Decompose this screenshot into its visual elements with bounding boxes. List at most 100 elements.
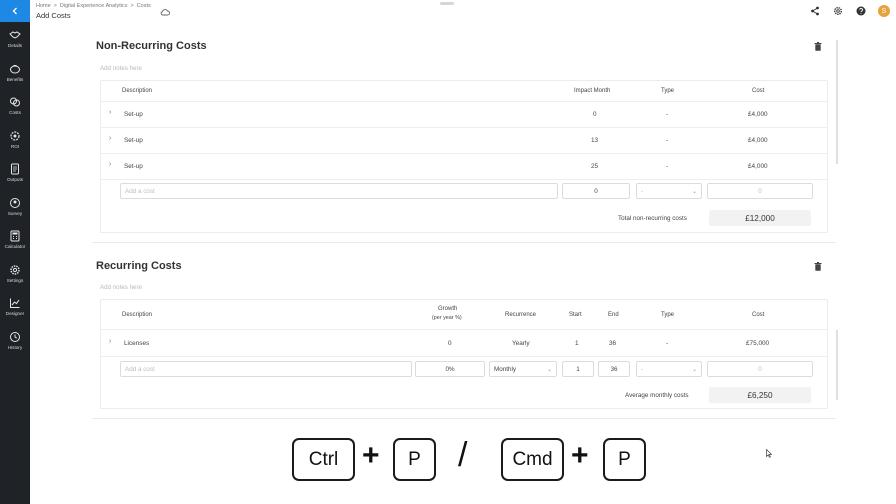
total-value: £6,250: [709, 387, 811, 403]
cost-description: Set-up: [124, 137, 143, 144]
notes-input[interactable]: Add notes here: [100, 284, 142, 291]
share-button[interactable]: [809, 5, 821, 17]
document-icon: [11, 163, 19, 175]
divider: [101, 179, 827, 180]
new-cost-growth-input[interactable]: 0%: [415, 361, 485, 377]
delete-section-icon[interactable]: [814, 42, 822, 51]
cost-amount: £4,000: [748, 163, 768, 170]
column-header-recurrence: Recurrence: [505, 312, 537, 318]
top-header: Home > Digital Experience Analytics > Costs …: [30, 0, 896, 24]
sidebar-item-roi[interactable]: ROI: [0, 123, 30, 157]
p-key: P: [393, 438, 436, 481]
cost-impact-month: 0: [593, 111, 597, 118]
scrollbar[interactable]: [836, 40, 838, 164]
breadcrumb-current[interactable]: Costs: [137, 3, 151, 9]
recurring-title: Recurring Costs: [96, 260, 182, 272]
sidebar-item-label: Settings: [6, 277, 24, 283]
history-icon: [10, 331, 20, 342]
sidebar-item-label: Calculator: [4, 244, 26, 250]
breadcrumb-separator: >: [130, 3, 134, 9]
sidebar-item-calculator[interactable]: Calculator: [0, 223, 30, 257]
cost-type: -: [666, 111, 669, 118]
new-cost-description-input[interactable]: Add a cost: [120, 361, 412, 377]
total-value: £12,000: [709, 210, 811, 226]
chart-icon: [10, 298, 20, 309]
column-header-type: Type: [661, 312, 675, 318]
divider: [101, 101, 827, 102]
expand-chevron-icon[interactable]: ›: [109, 135, 111, 142]
cost-type: -: [666, 340, 669, 347]
column-header-start: Start: [569, 312, 582, 318]
sidebar-item-history[interactable]: History: [0, 324, 30, 358]
non-recurring-table: Description Impact Month Type Cost › Set…: [100, 80, 828, 233]
new-cost-type-select[interactable]: - ⌄: [636, 361, 702, 377]
recurring-table: Description Growth (per year %) Recurren…: [100, 299, 828, 409]
breadcrumb-separator: >: [53, 3, 57, 9]
chevron-down-icon: ⌄: [691, 189, 697, 195]
column-header-type: Type: [661, 88, 675, 94]
sidebar-item-designer[interactable]: Designer: [0, 290, 30, 324]
new-cost-start-input[interactable]: 1: [562, 361, 594, 377]
column-header-description: Description: [122, 312, 153, 318]
drag-handle[interactable]: [440, 2, 454, 5]
handshake-icon: [9, 31, 21, 39]
sidebar-item-costs[interactable]: Costs: [0, 89, 30, 123]
new-cost-end-input[interactable]: 36: [598, 361, 630, 377]
column-header-cost: Cost: [752, 88, 765, 94]
chevron-down-icon: ⌄: [691, 367, 697, 373]
column-header-cost: Cost: [752, 312, 765, 318]
section-divider: [92, 418, 836, 419]
recurrence-select-value: Monthly: [494, 365, 517, 373]
plus-sign: +: [362, 439, 380, 472]
settings-button[interactable]: [832, 5, 844, 17]
type-select-value: -: [641, 365, 644, 373]
sidebar-item-benefits[interactable]: Benefits: [0, 56, 30, 90]
scrollbar[interactable]: [836, 330, 838, 400]
column-header-growth-unit: (per year %): [432, 315, 462, 321]
cost-description: Set-up: [124, 163, 143, 170]
sidebar-item-label: Benefits: [6, 76, 24, 82]
breadcrumb-home[interactable]: Home: [36, 3, 51, 9]
sidebar-item-label: Designer: [5, 311, 25, 317]
column-header-growth: Growth: [438, 306, 458, 312]
breadcrumb: Home > Digital Experience Analytics > Costs: [36, 3, 154, 9]
new-cost-type-select[interactable]: - ⌄: [636, 183, 702, 199]
expand-chevron-icon[interactable]: ›: [109, 109, 111, 116]
help-button[interactable]: [855, 5, 867, 17]
chevron-left-icon: [12, 7, 17, 15]
expand-chevron-icon[interactable]: ›: [109, 161, 111, 168]
expand-chevron-icon[interactable]: ›: [109, 338, 111, 345]
cost-recurrence: Yearly: [512, 340, 530, 347]
cost-start: 1: [575, 340, 579, 347]
piggy-bank-icon: [10, 64, 20, 74]
sidebar-item-settings[interactable]: Settings: [0, 257, 30, 291]
breadcrumb-project[interactable]: Digital Experience Analytics: [60, 3, 128, 9]
chevron-down-icon: ⌄: [546, 367, 552, 373]
share-icon: [811, 6, 819, 16]
sidebar-item-details[interactable]: Details: [0, 22, 30, 56]
cost-impact-month: 13: [591, 137, 599, 144]
avatar[interactable]: S: [878, 5, 890, 17]
total-label: Total non-recurring costs: [618, 215, 687, 222]
cost-amount: £75,000: [746, 340, 770, 347]
new-cost-amount-input[interactable]: 0: [707, 361, 813, 377]
delete-section-icon[interactable]: [814, 262, 822, 271]
new-cost-recurrence-select[interactable]: Monthly ⌄: [489, 361, 557, 377]
sidebar-item-outputs[interactable]: Outputs: [0, 156, 30, 190]
type-select-value: -: [641, 187, 644, 195]
gear-icon: [834, 7, 842, 15]
sidebar-item-survey[interactable]: Survey: [0, 190, 30, 224]
new-cost-impact-month-input[interactable]: 0: [562, 183, 630, 199]
gear-icon: [10, 131, 20, 141]
divider: [101, 329, 827, 330]
cost-impact-month: 25: [591, 163, 599, 170]
back-button[interactable]: [0, 0, 30, 22]
total-label: Average monthly costs: [625, 392, 689, 399]
column-header-end: End: [608, 312, 619, 318]
new-cost-description-input[interactable]: Add a cost: [120, 183, 558, 199]
divider: [101, 127, 827, 128]
sidebar-item-label: ROI: [10, 143, 20, 149]
new-cost-amount-input[interactable]: 0: [707, 183, 813, 199]
cloud-sync-icon: [160, 9, 170, 16]
notes-input[interactable]: Add notes here: [100, 65, 142, 72]
